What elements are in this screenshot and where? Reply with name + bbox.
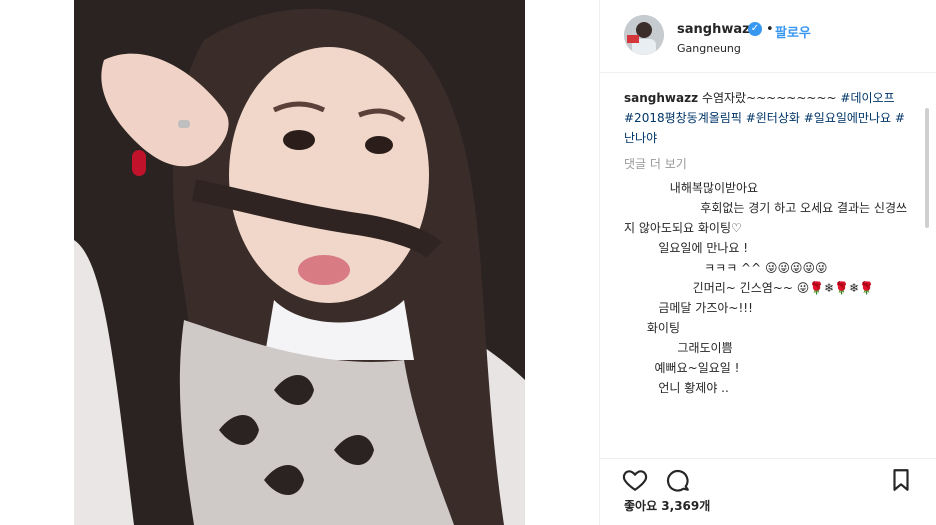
avatar-image xyxy=(624,15,664,55)
post-photo[interactable] xyxy=(74,0,525,525)
comments-list[interactable]: sanghwazz 수염자랐~~~~~~~~~ #데이오프 #2018평창동계올… xyxy=(624,88,909,452)
comments-scrollbar[interactable] xyxy=(925,88,929,452)
username[interactable]: sanghwazz xyxy=(677,22,757,37)
verified-badge-icon: ✓ xyxy=(748,22,762,36)
comment-item: ㅋㅋㅋ ^^ 😜😜😜😜😜 xyxy=(624,261,828,275)
comment-item: 화이팅 xyxy=(624,321,681,335)
caption-text: 수염자랐~~~~~~~~~ xyxy=(701,91,837,105)
heart-icon[interactable] xyxy=(622,467,648,493)
comment-item: 내해복많이받아요 xyxy=(624,181,759,195)
follow-button[interactable]: 팔로우 xyxy=(775,22,811,41)
caption: sanghwazz 수염자랐~~~~~~~~~ #데이오프 #2018평창동계올… xyxy=(624,88,909,148)
scrollbar-thumb[interactable] xyxy=(925,108,929,228)
post-header: sanghwazz ✓ • 팔로우 Gangneung xyxy=(600,0,936,73)
comment-icon[interactable] xyxy=(664,467,690,493)
comment-item: 언니 황제야 .. xyxy=(624,381,729,395)
comment-item: 긴머리~ 긴스염~~ 😜🌹❄🌹❄🌹 xyxy=(624,281,875,295)
post-sidebar: sanghwazz ✓ • 팔로우 Gangneung sanghwazz 수염… xyxy=(599,0,936,525)
comment-item: 그래도이쁨 xyxy=(624,341,733,355)
comment-item: 금메달 가즈아~!!! xyxy=(624,301,753,315)
post-actions xyxy=(600,458,936,499)
comment-item: 예뻐요~일요일 ! xyxy=(624,361,740,375)
comment-item: 일요일에 만나요 ! xyxy=(624,241,749,255)
bookmark-icon[interactable] xyxy=(888,467,914,493)
comment-item: 후회없는 경기 하고 오세요 결과는 신경쓰지 않아도되요 화이팅♡ xyxy=(624,201,908,235)
likes-count[interactable]: 좋아요 3,369개 xyxy=(624,497,710,514)
location[interactable]: Gangneung xyxy=(677,42,741,55)
separator-dot: • xyxy=(766,22,774,37)
caption-username[interactable]: sanghwazz xyxy=(624,91,698,105)
avatar[interactable] xyxy=(624,15,664,55)
selfie-image xyxy=(74,0,525,525)
more-comments-link[interactable]: 댓글 더 보기 xyxy=(624,154,909,174)
